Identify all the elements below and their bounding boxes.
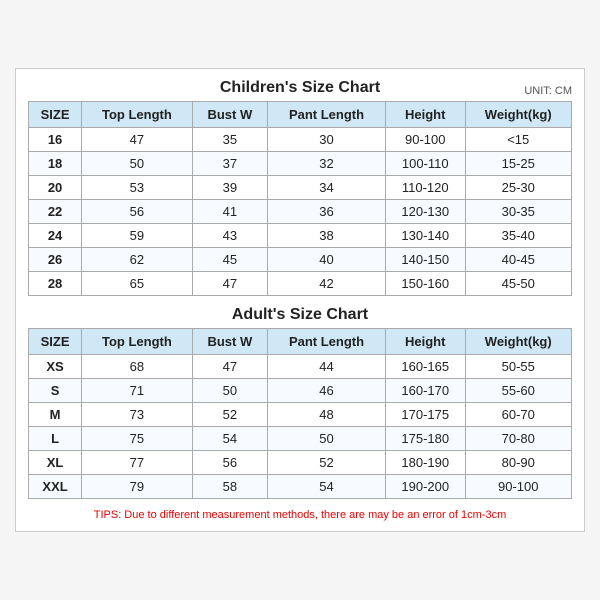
table-row: 26624540140-15040-45 [29,248,572,272]
adults-col-size: SIZE [29,329,82,355]
chart-container: Children's Size Chart UNIT: CM SIZE Top … [15,68,585,532]
table-row: 20533934110-12025-30 [29,176,572,200]
adults-col-height: Height [385,329,465,355]
children-col-size: SIZE [29,102,82,128]
adults-col-top-length: Top Length [82,329,192,355]
adults-col-pant: Pant Length [268,329,386,355]
adults-col-bust: Bust W [192,329,267,355]
table-row: 18503732100-11015-25 [29,152,572,176]
children-col-height: Height [385,102,465,128]
unit-label: UNIT: CM [524,85,572,97]
table-row: S715046160-17055-60 [29,379,572,403]
children-title-row: Children's Size Chart UNIT: CM [28,79,572,97]
table-row: M735248170-17560-70 [29,403,572,427]
adults-table: SIZE Top Length Bust W Pant Length Heigh… [28,328,572,499]
table-row: XS684744160-16550-55 [29,355,572,379]
adults-col-weight: Weight(kg) [465,329,572,355]
adults-header-row: SIZE Top Length Bust W Pant Length Heigh… [29,329,572,355]
children-col-bust: Bust W [192,102,267,128]
table-row: XL775652180-19080-90 [29,451,572,475]
children-col-weight: Weight(kg) [465,102,572,128]
table-row: L755450175-18070-80 [29,427,572,451]
children-col-top-length: Top Length [82,102,192,128]
children-table: SIZE Top Length Bust W Pant Length Heigh… [28,101,572,296]
table-row: 24594338130-14035-40 [29,224,572,248]
table-row: 22564136120-13030-35 [29,200,572,224]
table-row: XXL795854190-20090-100 [29,475,572,499]
children-header-row: SIZE Top Length Bust W Pant Length Heigh… [29,102,572,128]
children-title: Children's Size Chart [220,79,380,97]
adults-title-row: Adult's Size Chart [28,306,572,324]
adults-body: XS684744160-16550-55S715046160-17055-60M… [29,355,572,499]
children-col-pant: Pant Length [268,102,386,128]
table-row: 28654742150-16045-50 [29,272,572,296]
adults-title: Adult's Size Chart [232,306,368,324]
children-body: 1647353090-100<1518503732100-11015-25205… [29,128,572,296]
tips-text: TIPS: Due to different measurement metho… [28,509,572,521]
table-row: 1647353090-100<15 [29,128,572,152]
